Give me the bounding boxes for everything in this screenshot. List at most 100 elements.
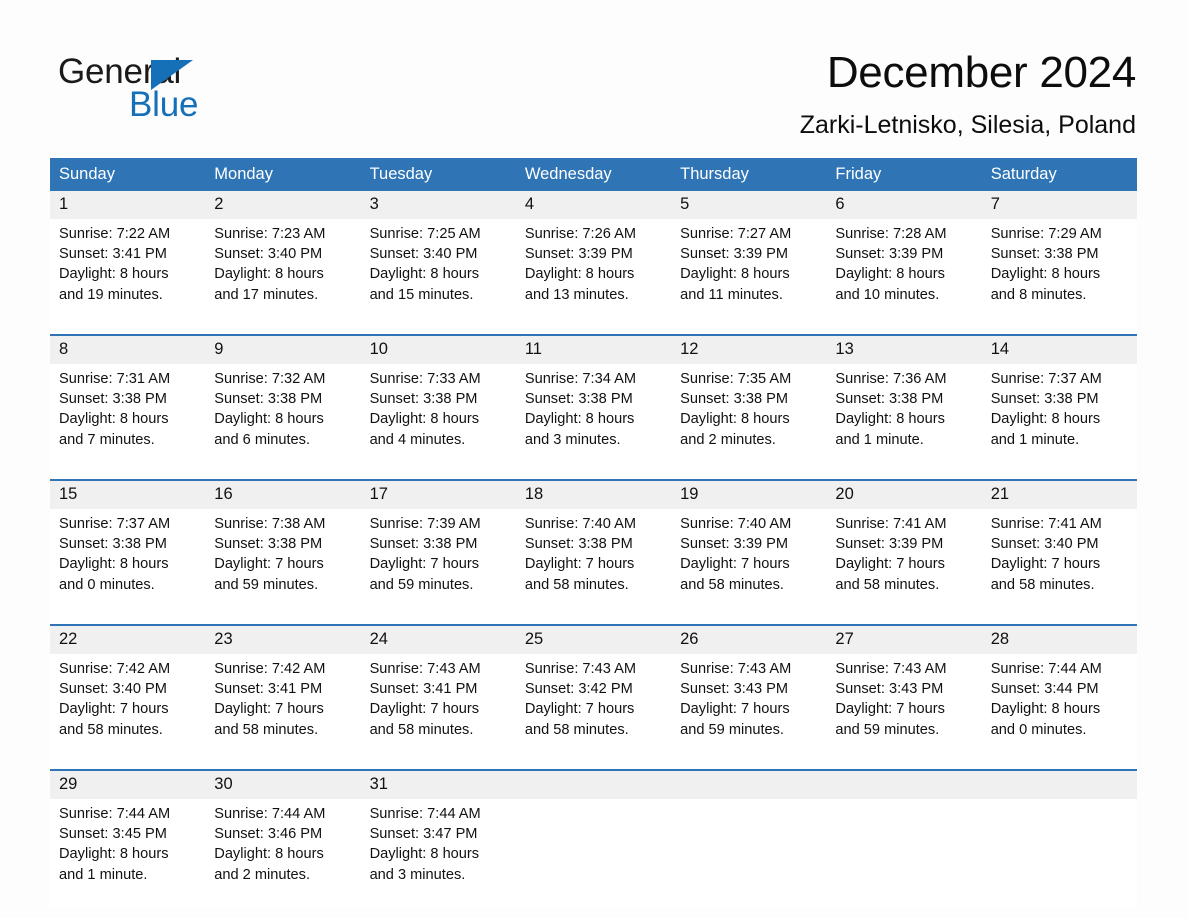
day-cell[interactable]: Sunrise: 7:27 AM Sunset: 3:39 PM Dayligh… bbox=[671, 219, 827, 335]
sunset-text: Sunset: 3:38 PM bbox=[214, 391, 323, 408]
day-cell[interactable]: Sunrise: 7:35 AM Sunset: 3:38 PM Dayligh… bbox=[671, 364, 827, 480]
daylight-text-line2: and 59 minutes. bbox=[369, 576, 474, 593]
day-number[interactable]: 5 bbox=[671, 191, 827, 219]
day-number[interactable]: 3 bbox=[360, 191, 516, 219]
sunrise-text: Sunrise: 7:23 AM bbox=[214, 226, 326, 242]
day-number[interactable]: 29 bbox=[50, 769, 206, 799]
day-number[interactable]: 6 bbox=[826, 191, 982, 219]
day-number[interactable]: 15 bbox=[50, 479, 206, 509]
day-number[interactable]: 2 bbox=[205, 191, 361, 219]
day-number[interactable]: 24 bbox=[360, 624, 516, 654]
sunset-text: Sunset: 3:46 PM bbox=[214, 826, 323, 843]
day-number[interactable]: 28 bbox=[981, 624, 1137, 654]
daylight-text-line2: and 58 minutes. bbox=[524, 576, 629, 593]
sunset-text: Sunset: 3:38 PM bbox=[680, 391, 789, 408]
day-cell[interactable]: Sunrise: 7:43 AM Sunset: 3:41 PM Dayligh… bbox=[360, 654, 516, 770]
day-number[interactable]: 25 bbox=[515, 624, 672, 654]
day-cell[interactable]: Sunrise: 7:34 AM Sunset: 3:38 PM Dayligh… bbox=[515, 364, 672, 480]
sunrise-text: Sunrise: 7:43 AM bbox=[369, 661, 481, 677]
daylight-text-line1: Daylight: 8 hours bbox=[369, 846, 480, 863]
day-cell[interactable]: Sunrise: 7:42 AM Sunset: 3:41 PM Dayligh… bbox=[205, 654, 361, 770]
daylight-text-line1: Daylight: 8 hours bbox=[369, 266, 480, 283]
day-cell[interactable]: Sunrise: 7:43 AM Sunset: 3:42 PM Dayligh… bbox=[515, 654, 672, 770]
day-cell[interactable]: Sunrise: 7:26 AM Sunset: 3:39 PM Dayligh… bbox=[515, 219, 672, 335]
daylight-text-line1: Daylight: 7 hours bbox=[835, 556, 945, 573]
week-2-daynum-row: 8 9 10 11 12 13 14 bbox=[50, 334, 1137, 364]
day-number[interactable]: 8 bbox=[50, 334, 206, 364]
day-number-empty bbox=[981, 769, 1137, 799]
day-number[interactable]: 27 bbox=[826, 624, 982, 654]
day-cell[interactable]: Sunrise: 7:37 AM Sunset: 3:38 PM Dayligh… bbox=[981, 364, 1137, 480]
day-number[interactable]: 4 bbox=[515, 191, 672, 219]
day-number[interactable]: 21 bbox=[981, 479, 1137, 509]
day-number[interactable]: 26 bbox=[671, 624, 827, 654]
daylight-text-line1: Daylight: 7 hours bbox=[680, 556, 790, 573]
brand-logo[interactable]: General Blue bbox=[58, 52, 318, 132]
daylight-text-line2: and 13 minutes. bbox=[524, 286, 629, 303]
day-number-empty bbox=[671, 769, 827, 799]
daylight-text-line1: Daylight: 8 hours bbox=[59, 411, 169, 428]
day-number[interactable]: 20 bbox=[826, 479, 982, 509]
daylight-text-line1: Daylight: 8 hours bbox=[59, 266, 169, 283]
day-number[interactable]: 31 bbox=[360, 769, 516, 799]
week-3-detail-row: Sunrise: 7:37 AM Sunset: 3:38 PM Dayligh… bbox=[50, 509, 1137, 625]
day-cell[interactable]: Sunrise: 7:43 AM Sunset: 3:43 PM Dayligh… bbox=[671, 654, 827, 770]
day-cell[interactable]: Sunrise: 7:33 AM Sunset: 3:38 PM Dayligh… bbox=[360, 364, 516, 480]
day-cell[interactable]: Sunrise: 7:32 AM Sunset: 3:38 PM Dayligh… bbox=[205, 364, 361, 480]
sunset-text: Sunset: 3:41 PM bbox=[369, 681, 478, 698]
sunrise-text: Sunrise: 7:22 AM bbox=[59, 226, 171, 242]
day-number[interactable]: 16 bbox=[205, 479, 361, 509]
day-cell[interactable]: Sunrise: 7:28 AM Sunset: 3:39 PM Dayligh… bbox=[826, 219, 982, 335]
daylight-text-line2: and 1 minute. bbox=[990, 431, 1080, 448]
sunrise-text: Sunrise: 7:33 AM bbox=[369, 371, 481, 387]
day-cell[interactable]: Sunrise: 7:29 AM Sunset: 3:38 PM Dayligh… bbox=[981, 219, 1137, 335]
day-cell[interactable]: Sunrise: 7:25 AM Sunset: 3:40 PM Dayligh… bbox=[360, 219, 516, 335]
day-cell[interactable]: Sunrise: 7:44 AM Sunset: 3:45 PM Dayligh… bbox=[50, 799, 206, 908]
day-number[interactable]: 7 bbox=[981, 191, 1137, 219]
day-cell[interactable]: Sunrise: 7:40 AM Sunset: 3:38 PM Dayligh… bbox=[515, 509, 672, 625]
day-number[interactable]: 23 bbox=[205, 624, 361, 654]
day-number[interactable]: 17 bbox=[360, 479, 516, 509]
daylight-text-line2: and 10 minutes. bbox=[835, 286, 940, 303]
day-cell[interactable]: Sunrise: 7:37 AM Sunset: 3:38 PM Dayligh… bbox=[50, 509, 206, 625]
day-number[interactable]: 22 bbox=[50, 624, 206, 654]
day-cell[interactable]: Sunrise: 7:44 AM Sunset: 3:44 PM Dayligh… bbox=[981, 654, 1137, 770]
daylight-text-line2: and 8 minutes. bbox=[990, 286, 1087, 303]
sunrise-text: Sunrise: 7:29 AM bbox=[990, 226, 1102, 242]
daylight-text-line2: and 2 minutes. bbox=[680, 431, 776, 448]
day-number[interactable]: 9 bbox=[205, 334, 361, 364]
day-number[interactable]: 10 bbox=[360, 334, 516, 364]
day-cell[interactable]: Sunrise: 7:44 AM Sunset: 3:46 PM Dayligh… bbox=[205, 799, 361, 908]
day-cell[interactable]: Sunrise: 7:43 AM Sunset: 3:43 PM Dayligh… bbox=[826, 654, 982, 770]
daylight-text-line2: and 59 minutes. bbox=[835, 721, 940, 738]
day-number[interactable]: 11 bbox=[515, 334, 672, 364]
daylight-text-line2: and 1 minute. bbox=[59, 866, 148, 883]
sunrise-text: Sunrise: 7:25 AM bbox=[369, 226, 481, 242]
day-cell[interactable]: Sunrise: 7:39 AM Sunset: 3:38 PM Dayligh… bbox=[360, 509, 516, 625]
day-cell[interactable]: Sunrise: 7:44 AM Sunset: 3:47 PM Dayligh… bbox=[360, 799, 516, 908]
day-number[interactable]: 13 bbox=[826, 334, 982, 364]
day-cell[interactable]: Sunrise: 7:41 AM Sunset: 3:40 PM Dayligh… bbox=[981, 509, 1137, 625]
day-cell[interactable]: Sunrise: 7:38 AM Sunset: 3:38 PM Dayligh… bbox=[205, 509, 361, 625]
day-cell[interactable]: Sunrise: 7:31 AM Sunset: 3:38 PM Dayligh… bbox=[50, 364, 206, 480]
day-cell[interactable]: Sunrise: 7:23 AM Sunset: 3:40 PM Dayligh… bbox=[205, 219, 361, 335]
daylight-text-line2: and 0 minutes. bbox=[990, 721, 1087, 738]
day-cell[interactable]: Sunrise: 7:40 AM Sunset: 3:39 PM Dayligh… bbox=[671, 509, 827, 625]
sunset-text: Sunset: 3:40 PM bbox=[214, 246, 323, 263]
day-cell[interactable]: Sunrise: 7:36 AM Sunset: 3:38 PM Dayligh… bbox=[826, 364, 982, 480]
daylight-text-line1: Daylight: 8 hours bbox=[835, 266, 945, 283]
sunrise-text: Sunrise: 7:41 AM bbox=[835, 516, 947, 532]
day-cell[interactable]: Sunrise: 7:42 AM Sunset: 3:40 PM Dayligh… bbox=[50, 654, 206, 770]
day-number[interactable]: 1 bbox=[50, 191, 206, 219]
day-number[interactable]: 30 bbox=[205, 769, 361, 799]
sunset-text: Sunset: 3:44 PM bbox=[990, 681, 1099, 698]
daylight-text-line1: Daylight: 7 hours bbox=[369, 556, 480, 573]
day-number[interactable]: 18 bbox=[515, 479, 672, 509]
day-cell[interactable]: Sunrise: 7:22 AM Sunset: 3:41 PM Dayligh… bbox=[50, 219, 206, 335]
daylight-text-line2: and 58 minutes. bbox=[369, 721, 474, 738]
day-number[interactable]: 14 bbox=[981, 334, 1137, 364]
day-cell[interactable]: Sunrise: 7:41 AM Sunset: 3:39 PM Dayligh… bbox=[826, 509, 982, 625]
daylight-text-line1: Daylight: 8 hours bbox=[680, 266, 790, 283]
day-number[interactable]: 19 bbox=[671, 479, 827, 509]
day-number[interactable]: 12 bbox=[671, 334, 827, 364]
